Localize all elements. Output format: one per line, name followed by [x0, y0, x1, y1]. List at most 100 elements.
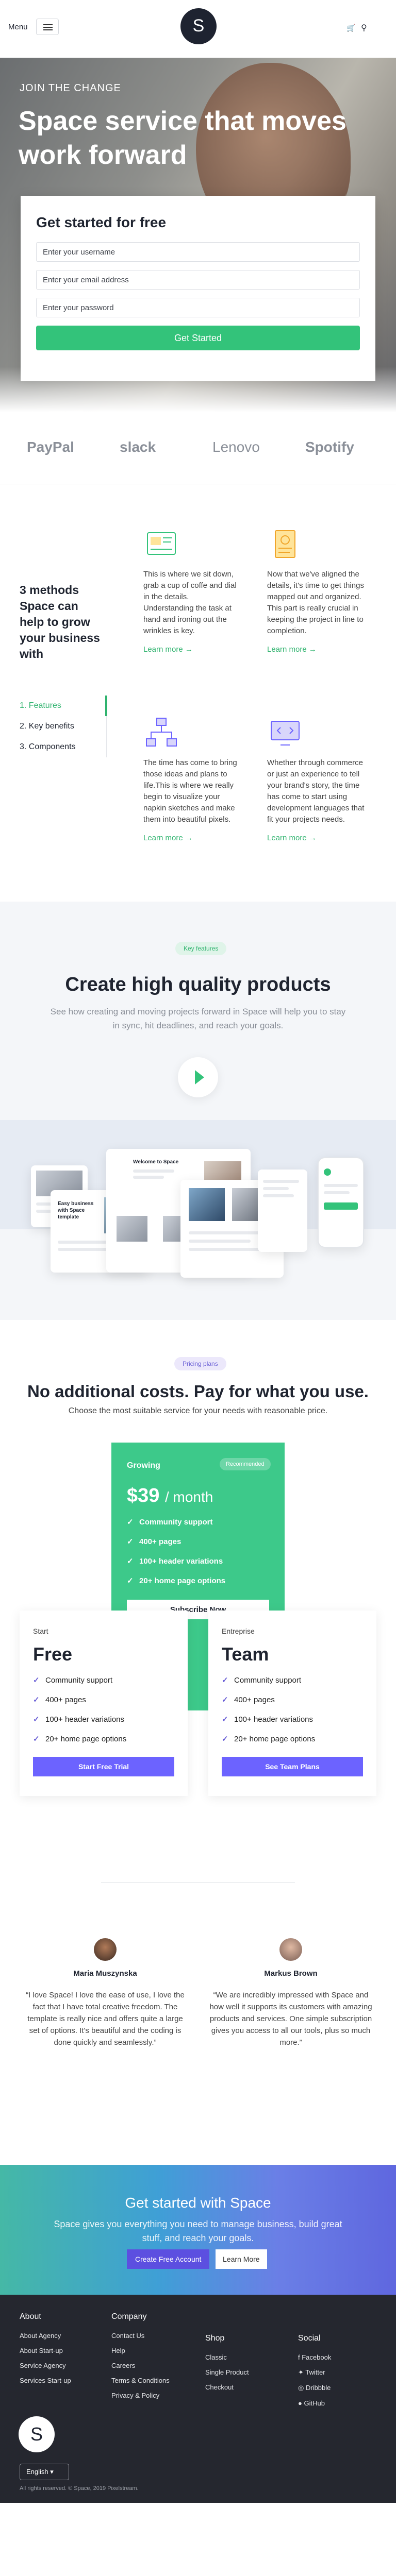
logo[interactable]: S [180, 8, 217, 44]
facebook-link[interactable]: f Facebook [298, 2353, 331, 2361]
footer-heading: Shop [205, 2334, 225, 2343]
feature-row: ✓ 400+ pages [222, 1696, 275, 1704]
footer-logo[interactable]: S [19, 2416, 55, 2452]
menu-label[interactable]: Menu [8, 23, 28, 31]
footer-link[interactable]: Contact Us [111, 2332, 170, 2340]
testimonial-card: Maria Muszynska “I love Space! I love th… [23, 1938, 188, 2048]
username-input[interactable] [36, 242, 360, 262]
sitemap-icon [143, 715, 179, 751]
footer-link[interactable]: Single Product [205, 2368, 249, 2376]
footer-link[interactable]: Classic [205, 2353, 249, 2361]
price-period: / month [164, 1489, 213, 1505]
testimonial-card: Markus Brown “We are incredibly impresse… [208, 1938, 373, 2048]
learn-more-link[interactable]: Learn more → [143, 834, 241, 842]
dribbble-icon: ◎ [298, 2384, 306, 2392]
hero-fade [0, 367, 396, 412]
avatar [94, 1938, 117, 1961]
check-icon: ✓ [222, 1676, 228, 1685]
products-title: Create high quality products [65, 974, 331, 995]
tab-key-benefits[interactable]: 2. Key benefits [20, 716, 107, 737]
hamburger-menu-icon[interactable] [36, 19, 59, 35]
twitter-icon: ✦ [298, 2368, 306, 2376]
tab-features[interactable]: 1. Features [20, 696, 107, 716]
cta-section: Get started with Space Space gives you e… [0, 2165, 396, 2295]
email-input[interactable] [36, 270, 360, 290]
chevron-down-icon: ▾ [50, 2468, 54, 2476]
plan-features: ✓ Community support ✓ 400+ pages ✓ 100+ hea… [33, 1675, 174, 1743]
feature-row: ✓ Community support [127, 1518, 213, 1527]
feature-row: ✓ Community support [222, 1676, 302, 1685]
cta-title: Get started with Space [125, 2195, 271, 2211]
github-link[interactable]: ● GitHub [298, 2399, 331, 2407]
footer-link[interactable]: Services Start-up [20, 2377, 71, 2384]
footer-heading: Company [111, 2312, 147, 2321]
footer-company: Company Contact Us Help Careers Terms & … [111, 2312, 170, 2406]
cta-text: Space gives you everything you need to m… [54, 2219, 342, 2243]
check-icon: ✓ [127, 1518, 134, 1527]
feature-row: ✓ 100+ header variations [222, 1715, 314, 1724]
testimonial-quote: “We are incredibly impressed with Space … [209, 1991, 372, 2047]
pricing-title: No additional costs. Pay for what you us… [27, 1382, 369, 1401]
plan-features: ✓ Community support ✓ 400+ pages ✓ 100+ hea… [127, 1517, 269, 1585]
tab-components[interactable]: 3. Components [20, 737, 107, 757]
spotify-logo: Spotify [305, 439, 354, 455]
feature-row: ✓ 20+ home page options [127, 1577, 226, 1585]
footer-link[interactable]: Help [111, 2347, 170, 2354]
key-features-pill: Key features [175, 942, 227, 955]
github-icon: ● [298, 2399, 304, 2407]
document-plan-icon [267, 527, 303, 563]
feature-text: Whether through commerce or just an expe… [267, 758, 365, 824]
footer-link[interactable]: Careers [111, 2362, 170, 2369]
footer-link[interactable]: About Agency [20, 2332, 71, 2340]
footer-link[interactable]: About Start-up [20, 2347, 71, 2354]
cart-icon[interactable]: 🛒 [346, 24, 355, 32]
partner-logos: PayPal slack Lenovo Spotify [0, 412, 396, 484]
pricing-section: Pricing plans No additional costs. Pay f… [0, 1320, 396, 1923]
feature-text: Now that we've aligned the details, it's… [267, 570, 364, 635]
footer-link[interactable]: Terms & Conditions [111, 2377, 170, 2384]
feature-item: This is where we sit down, grab a cup of… [143, 527, 241, 654]
learn-more-button[interactable]: Learn More [216, 2249, 267, 2269]
testimonial-quote: “I love Space! I love the ease of use, I… [26, 1991, 185, 2047]
slack-logo: slack [120, 439, 156, 455]
copyright: All rights reserved. © Space, 2019 Pixel… [20, 2485, 139, 2492]
twitter-link[interactable]: ✦ Twitter [298, 2368, 331, 2377]
avatar [279, 1938, 302, 1961]
footer-heading: About [20, 2312, 41, 2321]
check-icon: ✓ [33, 1735, 40, 1743]
dribbble-link[interactable]: ◎ Dribbble [298, 2384, 331, 2392]
pricing-subtitle: Choose the most suitable service for you… [68, 1406, 328, 1415]
check-icon: ✓ [222, 1735, 228, 1743]
password-input[interactable] [36, 298, 360, 317]
mockup-tablet [258, 1170, 307, 1252]
learn-more-link[interactable]: Learn more → [267, 645, 365, 654]
hero-title: Space service that moves work forward [19, 106, 346, 170]
footer-link[interactable]: Checkout [205, 2383, 249, 2391]
learn-more-link[interactable]: Learn more → [143, 645, 241, 654]
footer-link[interactable]: Privacy & Policy [111, 2392, 170, 2399]
feature-item: The time has come to bring those ideas a… [143, 715, 241, 842]
check-icon: ✓ [33, 1676, 40, 1685]
plan-free: Start Free ✓ Community support ✓ 400+ page… [20, 1611, 188, 1796]
learn-more-link[interactable]: Learn more → [267, 834, 365, 842]
check-icon: ✓ [127, 1577, 134, 1585]
price-amount: $39 [127, 1485, 160, 1506]
products-subtitle: See how creating and moving projects for… [50, 1007, 346, 1030]
create-free-account-button[interactable]: Create Free Account [127, 2249, 210, 2269]
plan-team: Entreprise Team ✓ Community support ✓ 400+… [208, 1611, 376, 1796]
see-team-plans-button[interactable]: See Team Plans [222, 1757, 363, 1776]
testimonials-section: Maria Muszynska “I love Space! I love th… [0, 1923, 396, 2165]
start-free-trial-button[interactable]: Start Free Trial [33, 1757, 174, 1776]
plan-name: Team [222, 1643, 269, 1665]
feature-item: Whether through commerce or just an expe… [267, 715, 365, 842]
check-icon: ✓ [222, 1715, 228, 1724]
site-footer: About About Agency About Start-up Servic… [0, 2295, 396, 2482]
language-select[interactable]: English ▾ [20, 2464, 69, 2480]
feature-text: This is where we sit down, grab a cup of… [143, 570, 237, 635]
feature-row: ✓ 400+ pages [127, 1537, 182, 1546]
features-tabs: 1. Features 2. Key benefits 3. Component… [20, 696, 107, 757]
search-icon[interactable]: ⚲ [361, 23, 367, 33]
get-started-button[interactable]: Get Started [36, 326, 360, 350]
footer-link[interactable]: Service Agency [20, 2362, 71, 2369]
play-video-button[interactable] [178, 1057, 218, 1097]
